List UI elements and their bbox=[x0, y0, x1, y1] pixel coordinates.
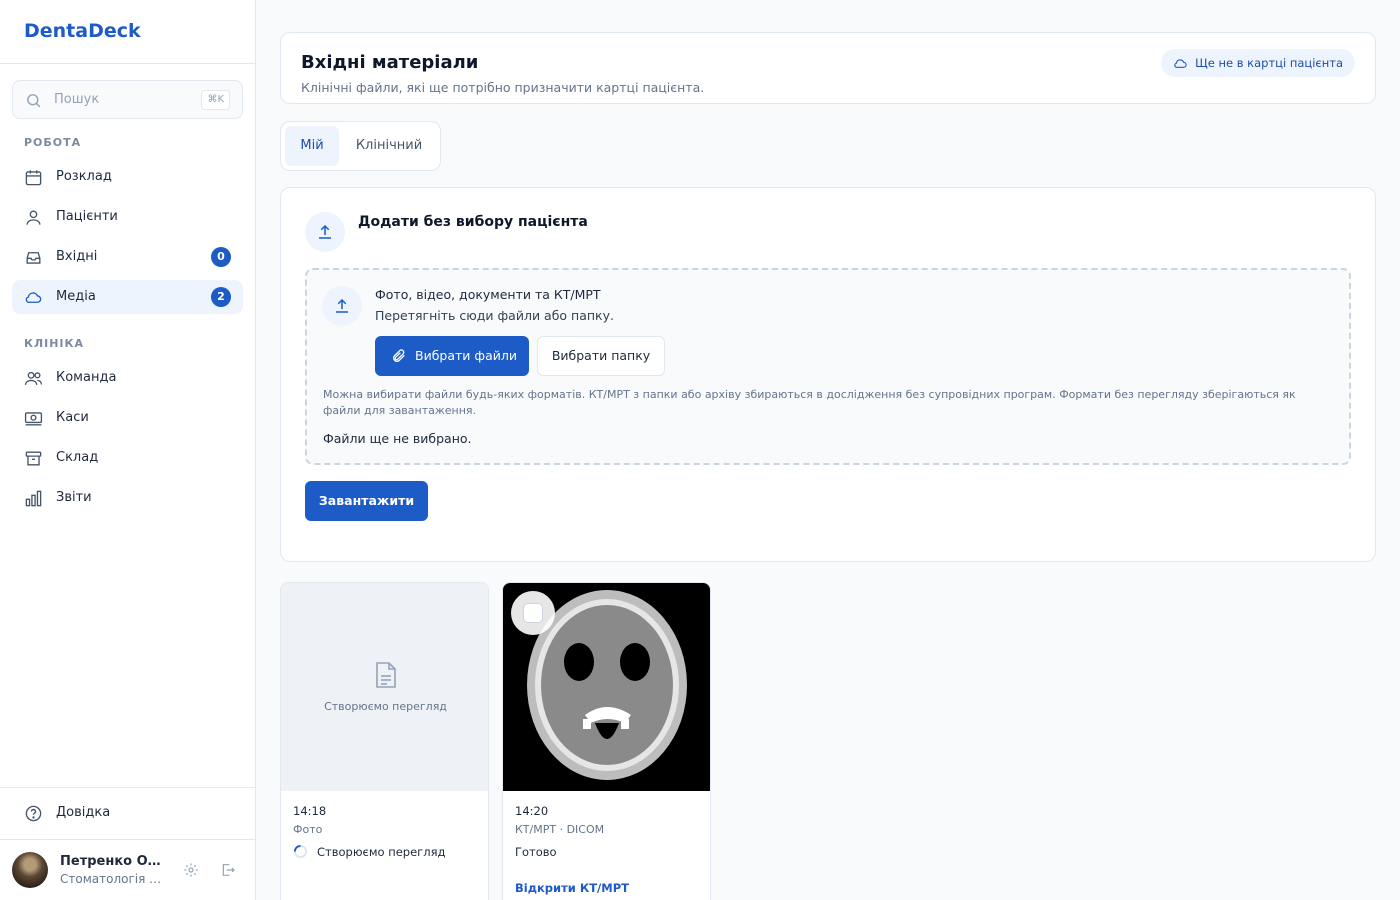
upload-button[interactable]: Завантажити bbox=[305, 481, 428, 521]
sidebar-item-reports[interactable]: Звіти bbox=[12, 481, 243, 515]
cloud-icon bbox=[1174, 59, 1187, 68]
divider bbox=[0, 787, 255, 788]
preview-placeholder-text: Створюємо перегляд bbox=[324, 700, 447, 713]
upload-icon bbox=[319, 224, 331, 239]
search-input[interactable]: Пошук ⌘K bbox=[12, 80, 243, 119]
media-card[interactable]: Створюємо перегляд 14:18 Фото Створюємо … bbox=[280, 582, 489, 900]
upload-icon-circle bbox=[305, 212, 345, 252]
divider bbox=[0, 839, 255, 840]
sidebar-item-label: Медіа bbox=[56, 289, 96, 304]
dropzone-title: Фото, відео, документи та КТ/МРТ bbox=[375, 287, 601, 302]
page-header: Вхідні матеріали Клінічні файли, які ще … bbox=[280, 32, 1376, 104]
open-ct-link[interactable]: Відкрити КТ/МРТ bbox=[515, 881, 629, 895]
media-time: 14:20 bbox=[515, 804, 549, 818]
selection-status: Файли ще не вибрано. bbox=[323, 431, 472, 446]
media-type: КТ/МРТ · DICOM bbox=[515, 823, 605, 836]
calendar-icon bbox=[25, 170, 42, 186]
page-title: Вхідні матеріали bbox=[301, 52, 479, 73]
sidebar-item-label: Пацієнти bbox=[56, 209, 118, 224]
sidebar-item-label: Звіти bbox=[56, 490, 92, 505]
choose-files-button[interactable]: Вибрати файли bbox=[375, 336, 529, 376]
inbox-icon bbox=[26, 252, 41, 264]
sidebar-item-inbox[interactable]: Вхідні 0 bbox=[12, 240, 243, 274]
sidebar-item-warehouse[interactable]: Склад bbox=[12, 441, 243, 475]
media-count-badge: 2 bbox=[211, 287, 231, 307]
file-dropzone[interactable]: Фото, відео, документи та КТ/МРТ Перетяг… bbox=[305, 268, 1351, 465]
sidebar-item-schedule[interactable]: Розклад bbox=[12, 160, 243, 194]
select-checkbox[interactable] bbox=[511, 591, 555, 635]
sidebar-item-label: Команда bbox=[56, 370, 117, 385]
cloud-icon bbox=[25, 292, 42, 303]
sidebar-item-help[interactable]: Довідка bbox=[12, 796, 243, 830]
format-note: Можна вибирати файли будь-яких форматів.… bbox=[323, 388, 1296, 417]
user-name: Петренко Ол... bbox=[60, 854, 168, 869]
choose-folder-button[interactable]: Вибрати папку bbox=[537, 336, 665, 376]
search-placeholder: Пошук bbox=[54, 92, 100, 107]
media-time: 14:18 bbox=[293, 804, 327, 818]
not-in-chart-filter[interactable]: Ще не в картці пацієнта bbox=[1161, 49, 1355, 77]
patients-icon bbox=[26, 210, 41, 225]
dropzone-icon-circle bbox=[322, 286, 362, 326]
tab-mine[interactable]: Мій bbox=[285, 126, 339, 166]
choose-files-label: Вибрати файли bbox=[415, 348, 517, 363]
sidebar-item-label: Вхідні bbox=[56, 249, 98, 264]
sidebar-item-patients[interactable]: Пацієнти bbox=[12, 200, 243, 234]
media-type: Фото bbox=[293, 823, 323, 836]
reports-icon bbox=[25, 490, 42, 507]
dropzone-hint: Перетягніть сюди файли або папку. bbox=[375, 308, 614, 323]
sidebar-item-label: Каси bbox=[56, 410, 89, 425]
filter-label: Ще не в картці пацієнта bbox=[1195, 56, 1343, 70]
media-status: Готово bbox=[515, 845, 557, 859]
paperclip-icon bbox=[393, 349, 405, 362]
sidebar-item-media[interactable]: Медіа 2 bbox=[12, 280, 243, 314]
section-title-work: РОБОТА bbox=[24, 136, 82, 149]
document-icon bbox=[376, 662, 396, 688]
logout-icon[interactable] bbox=[220, 862, 236, 878]
team-icon bbox=[24, 371, 43, 385]
upload-icon bbox=[336, 298, 348, 313]
spinner-icon bbox=[293, 844, 308, 859]
scope-tabs: Мій Клінічний bbox=[280, 121, 441, 171]
sidebar: DentaDeck Пошук ⌘K РОБОТА Розклад Пацієн… bbox=[0, 0, 256, 900]
preview-placeholder: Створюємо перегляд bbox=[281, 583, 488, 791]
sidebar-item-label: Довідка bbox=[56, 805, 111, 820]
media-card[interactable]: 14:20 КТ/МРТ · DICOM Готово Відкрити КТ/… bbox=[502, 582, 711, 900]
archive-icon bbox=[25, 451, 42, 466]
app-logo[interactable]: DentaDeck bbox=[0, 0, 255, 64]
checkbox-box bbox=[523, 603, 543, 623]
page-subtitle: Клінічні файли, які ще потрібно призначи… bbox=[301, 80, 705, 95]
cash-icon bbox=[24, 412, 43, 426]
search-icon bbox=[27, 94, 41, 108]
sidebar-item-team[interactable]: Команда bbox=[12, 361, 243, 395]
sidebar-item-label: Склад bbox=[56, 450, 99, 465]
sidebar-item-cash[interactable]: Каси bbox=[12, 401, 243, 435]
tab-clinic[interactable]: Клінічний bbox=[343, 126, 435, 166]
help-icon bbox=[25, 805, 42, 822]
inbox-count-badge: 0 bbox=[211, 247, 231, 267]
section-title-clinic: КЛІНІКА bbox=[24, 337, 85, 350]
user-organization: Стоматологія П... bbox=[60, 872, 166, 886]
settings-gear-icon[interactable] bbox=[183, 862, 199, 878]
upload-panel: Додати без вибору пацієнта Фото, відео, … bbox=[280, 187, 1376, 562]
upload-title: Додати без вибору пацієнта bbox=[358, 214, 588, 230]
search-shortcut: ⌘K bbox=[201, 90, 230, 110]
avatar[interactable] bbox=[12, 852, 48, 888]
media-status: Створюємо перегляд bbox=[317, 845, 446, 859]
sidebar-item-label: Розклад bbox=[56, 169, 112, 184]
